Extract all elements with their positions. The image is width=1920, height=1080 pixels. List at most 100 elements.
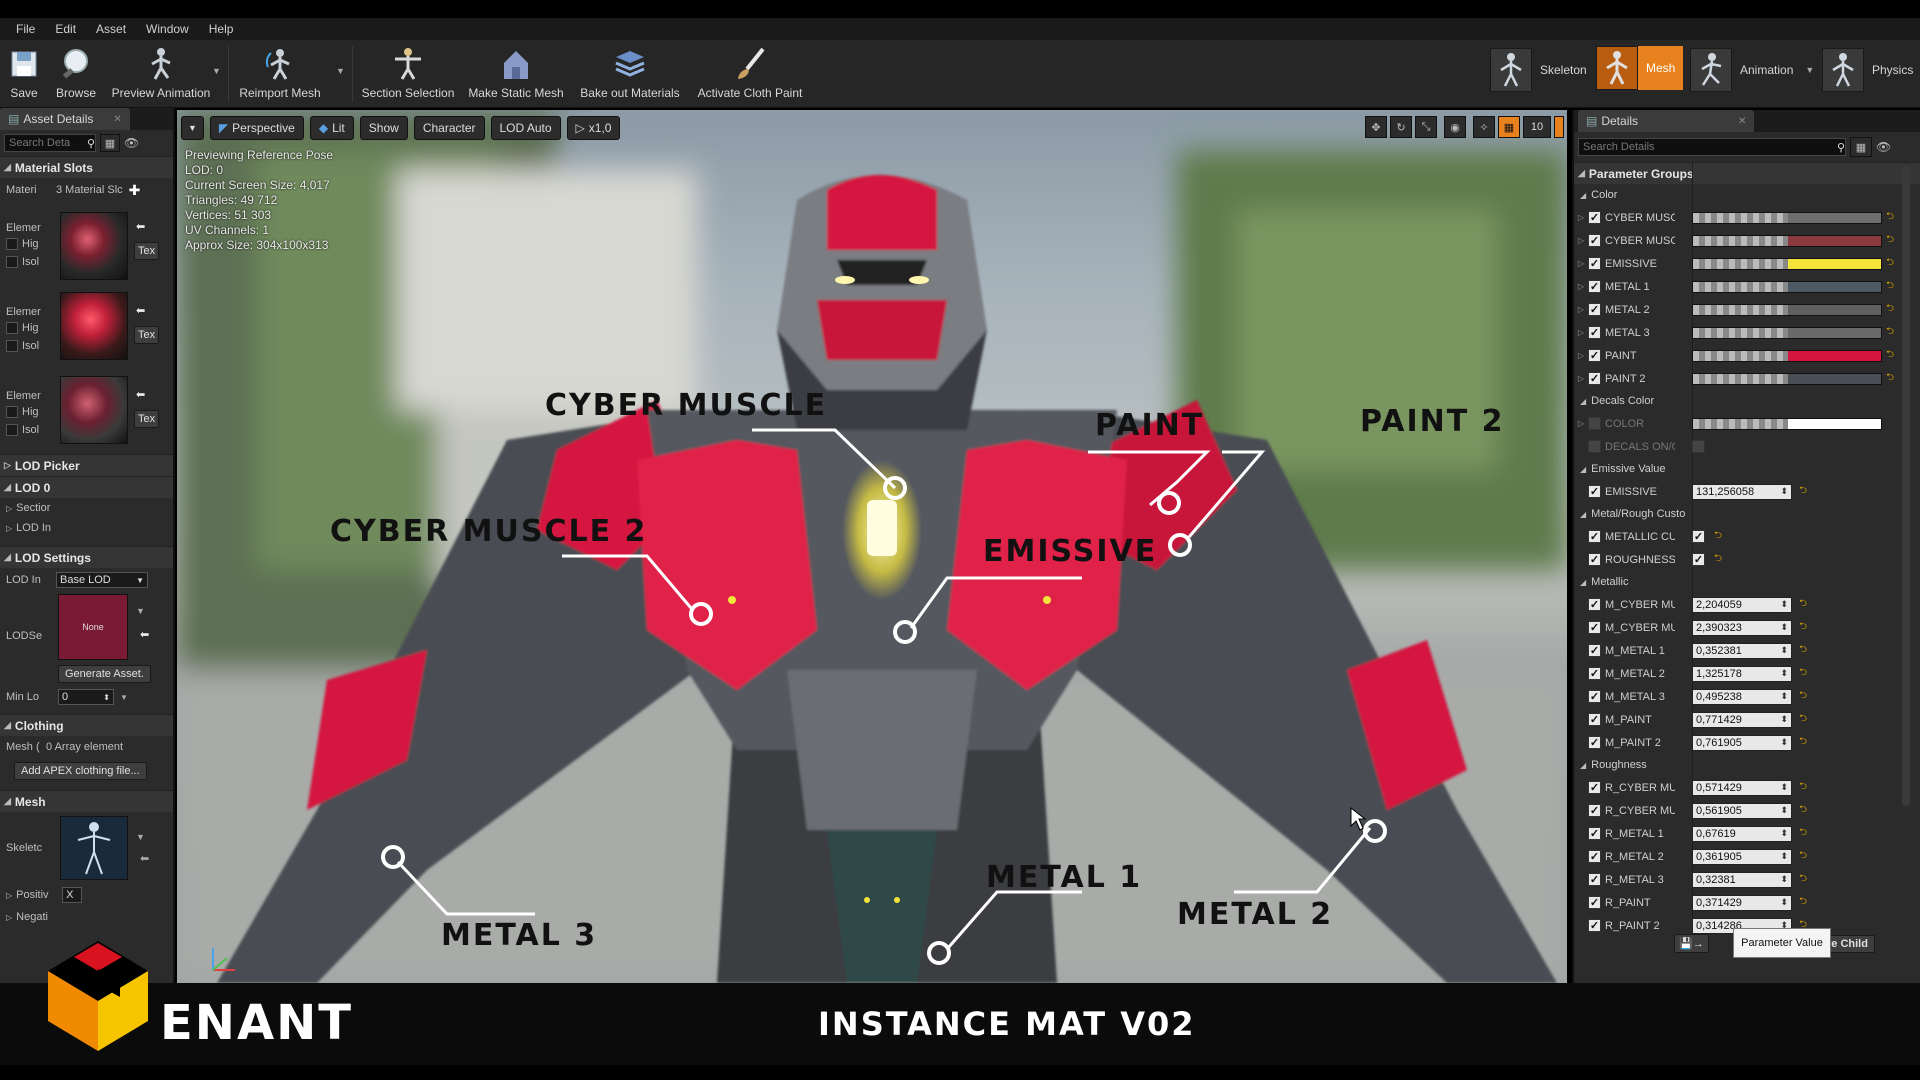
skeleton-thumbnail[interactable] xyxy=(60,816,128,880)
reset-icon[interactable]: ⮌ xyxy=(1886,278,1894,295)
highlight-checkbox[interactable] xyxy=(6,238,18,250)
min-lod-input[interactable]: 0 ⬍ xyxy=(58,689,114,705)
metal-rough-custom-group[interactable]: ◢ Metal/Rough Custo xyxy=(1574,503,1920,525)
highlight-checkbox[interactable] xyxy=(6,406,18,418)
reset-icon[interactable]: ⮌ xyxy=(1799,642,1807,659)
add-apex-clothing-button[interactable]: Add APEX clothing file... xyxy=(14,762,147,780)
arrow-left-icon[interactable]: ⬅ xyxy=(140,852,149,865)
menu-edit[interactable]: Edit xyxy=(45,22,86,36)
param-checkbox[interactable]: ✓ xyxy=(1588,553,1601,566)
color-swatch[interactable] xyxy=(1692,326,1882,339)
reset-icon[interactable]: ⮌ xyxy=(1886,347,1894,364)
arrow-left-icon[interactable]: ⬅ xyxy=(136,388,145,401)
playback-speed-button[interactable]: ▷ x1,0 xyxy=(566,116,621,140)
grid-snap-icon[interactable]: ▦ xyxy=(1498,116,1520,138)
reset-icon[interactable]: ⮌ xyxy=(1886,255,1894,272)
textures-button[interactable]: Tex xyxy=(134,242,160,260)
color-swatch[interactable] xyxy=(1692,303,1882,316)
param-value-input[interactable]: 0,352381 ⬍ xyxy=(1692,642,1792,659)
param-checkbox[interactable]: ✓ xyxy=(1588,372,1601,385)
param-value-input[interactable]: 2,390323 ⬍ xyxy=(1692,619,1792,636)
translate-icon[interactable]: ✥ xyxy=(1365,116,1387,138)
metallic-group[interactable]: ◢ Metallic xyxy=(1574,571,1920,593)
color-swatch[interactable] xyxy=(1692,349,1882,362)
param-checkbox[interactable]: ✓ xyxy=(1588,530,1601,543)
details-search-input[interactable]: Search Details ⚲ xyxy=(1578,138,1846,156)
preview-animation-dropdown-icon[interactable]: ▼ xyxy=(212,66,221,76)
lod-settings-category[interactable]: ◢ LOD Settings xyxy=(0,546,173,568)
param-value-input[interactable]: 0,761905 ⬍ xyxy=(1692,734,1792,751)
positive-axis-select[interactable]: X xyxy=(62,887,83,903)
color-swatch[interactable] xyxy=(1692,372,1882,385)
close-tab-icon[interactable]: ✕ xyxy=(113,114,121,125)
reset-icon[interactable]: ⮌ xyxy=(1714,551,1722,568)
roughness-custom-toggle[interactable]: ✓ xyxy=(1692,553,1705,566)
metallic-custom-toggle[interactable]: ✓ xyxy=(1692,530,1705,543)
param-value-input[interactable]: 1,325178 ⬍ xyxy=(1692,665,1792,682)
parameter-groups-category[interactable]: ◢ Parameter Groups xyxy=(1574,162,1920,184)
mesh-category[interactable]: ◢ Mesh xyxy=(0,790,173,812)
clothing-category[interactable]: ◢ Clothing xyxy=(0,714,173,736)
add-slot-icon[interactable]: ✚ xyxy=(129,182,141,199)
reset-icon[interactable]: ⮌ xyxy=(1799,779,1807,796)
decals-toggle-checkbox[interactable]: ✓ xyxy=(1692,440,1705,453)
color-swatch[interactable] xyxy=(1692,234,1882,247)
param-checkbox[interactable]: ✓ xyxy=(1588,804,1601,817)
param-checkbox[interactable]: ✓ xyxy=(1588,621,1601,634)
material-thumbnail[interactable] xyxy=(60,376,128,444)
isolate-checkbox[interactable] xyxy=(6,340,18,352)
param-checkbox[interactable]: ✓ xyxy=(1588,303,1601,316)
tab-details[interactable]: ▤ Details ✕ xyxy=(1578,110,1755,132)
reset-icon[interactable]: ⮌ xyxy=(1886,370,1894,387)
lod-info-row[interactable]: ▷ LOD In xyxy=(0,518,173,538)
reset-icon[interactable]: ⮌ xyxy=(1714,528,1722,545)
param-checkbox[interactable]: ✓ xyxy=(1588,326,1601,339)
sections-row[interactable]: ▷ Sectior xyxy=(0,498,173,518)
param-checkbox[interactable]: ✓ xyxy=(1588,896,1601,909)
color-swatch[interactable] xyxy=(1692,257,1882,270)
section-selection-button[interactable]: Section Selection xyxy=(362,44,454,104)
reset-icon[interactable]: ⮌ xyxy=(1799,894,1807,911)
viewport-edge-handle[interactable] xyxy=(1554,116,1564,138)
reset-icon[interactable]: ⮌ xyxy=(1886,232,1894,249)
param-value-input[interactable]: 0,571429 ⬍ xyxy=(1692,779,1792,796)
param-value-input[interactable]: 0,771429 ⬍ xyxy=(1692,711,1792,728)
param-checkbox[interactable]: ✓ xyxy=(1588,417,1601,430)
param-checkbox[interactable]: ✓ xyxy=(1588,919,1601,932)
reset-icon[interactable]: ⮌ xyxy=(1799,802,1807,819)
lit-button[interactable]: ◆ Lit xyxy=(309,116,354,140)
mode-physics[interactable]: Physics xyxy=(1822,46,1913,94)
perspective-button[interactable]: ◤ Perspective xyxy=(209,116,304,140)
color-swatch[interactable] xyxy=(1692,417,1882,430)
lod-auto-button[interactable]: LOD Auto xyxy=(490,116,561,140)
show-button[interactable]: Show xyxy=(359,116,408,140)
isolate-checkbox[interactable] xyxy=(6,256,18,268)
reimport-dropdown-icon[interactable]: ▼ xyxy=(336,66,345,76)
param-checkbox[interactable]: ✓ xyxy=(1588,644,1601,657)
param-checkbox[interactable]: ✓ xyxy=(1588,850,1601,863)
reset-icon[interactable]: ⮌ xyxy=(1799,871,1807,888)
reset-icon[interactable]: ⮌ xyxy=(1799,688,1807,705)
param-value-input[interactable]: 0,371429 ⬍ xyxy=(1692,894,1792,911)
menu-file[interactable]: File xyxy=(6,22,45,36)
param-value-input[interactable]: 0,67619 ⬍ xyxy=(1692,825,1792,842)
arrow-left-icon[interactable]: ⬅ xyxy=(136,304,145,317)
animation-dropdown-icon[interactable]: ▼ xyxy=(1805,65,1814,75)
color-group[interactable]: ◢ Color xyxy=(1574,184,1920,206)
param-value-input[interactable]: 0,561905 ⬍ xyxy=(1692,802,1792,819)
reset-icon[interactable]: ⮌ xyxy=(1886,324,1894,341)
mode-animation[interactable]: Animation ▼ xyxy=(1690,46,1814,94)
emissive-value-input[interactable]: 131,256058 ⬍ xyxy=(1692,483,1792,500)
reset-icon[interactable]: ⮌ xyxy=(1799,825,1807,842)
grid-snap-value[interactable]: 10 xyxy=(1523,116,1551,138)
world-space-icon[interactable]: ◉ xyxy=(1444,116,1466,138)
chevron-down-icon[interactable]: ▼ xyxy=(136,606,145,616)
lod-import-select[interactable]: Base LOD ▼ xyxy=(56,572,148,588)
make-static-mesh-button[interactable]: Make Static Mesh xyxy=(468,44,564,104)
textures-button[interactable]: Tex xyxy=(134,326,160,344)
color-swatch[interactable] xyxy=(1692,280,1882,293)
param-value-input[interactable]: 0,32381 ⬍ xyxy=(1692,871,1792,888)
material-thumbnail[interactable] xyxy=(60,212,128,280)
menu-window[interactable]: Window xyxy=(136,22,199,36)
param-checkbox[interactable]: ✓ xyxy=(1588,713,1601,726)
